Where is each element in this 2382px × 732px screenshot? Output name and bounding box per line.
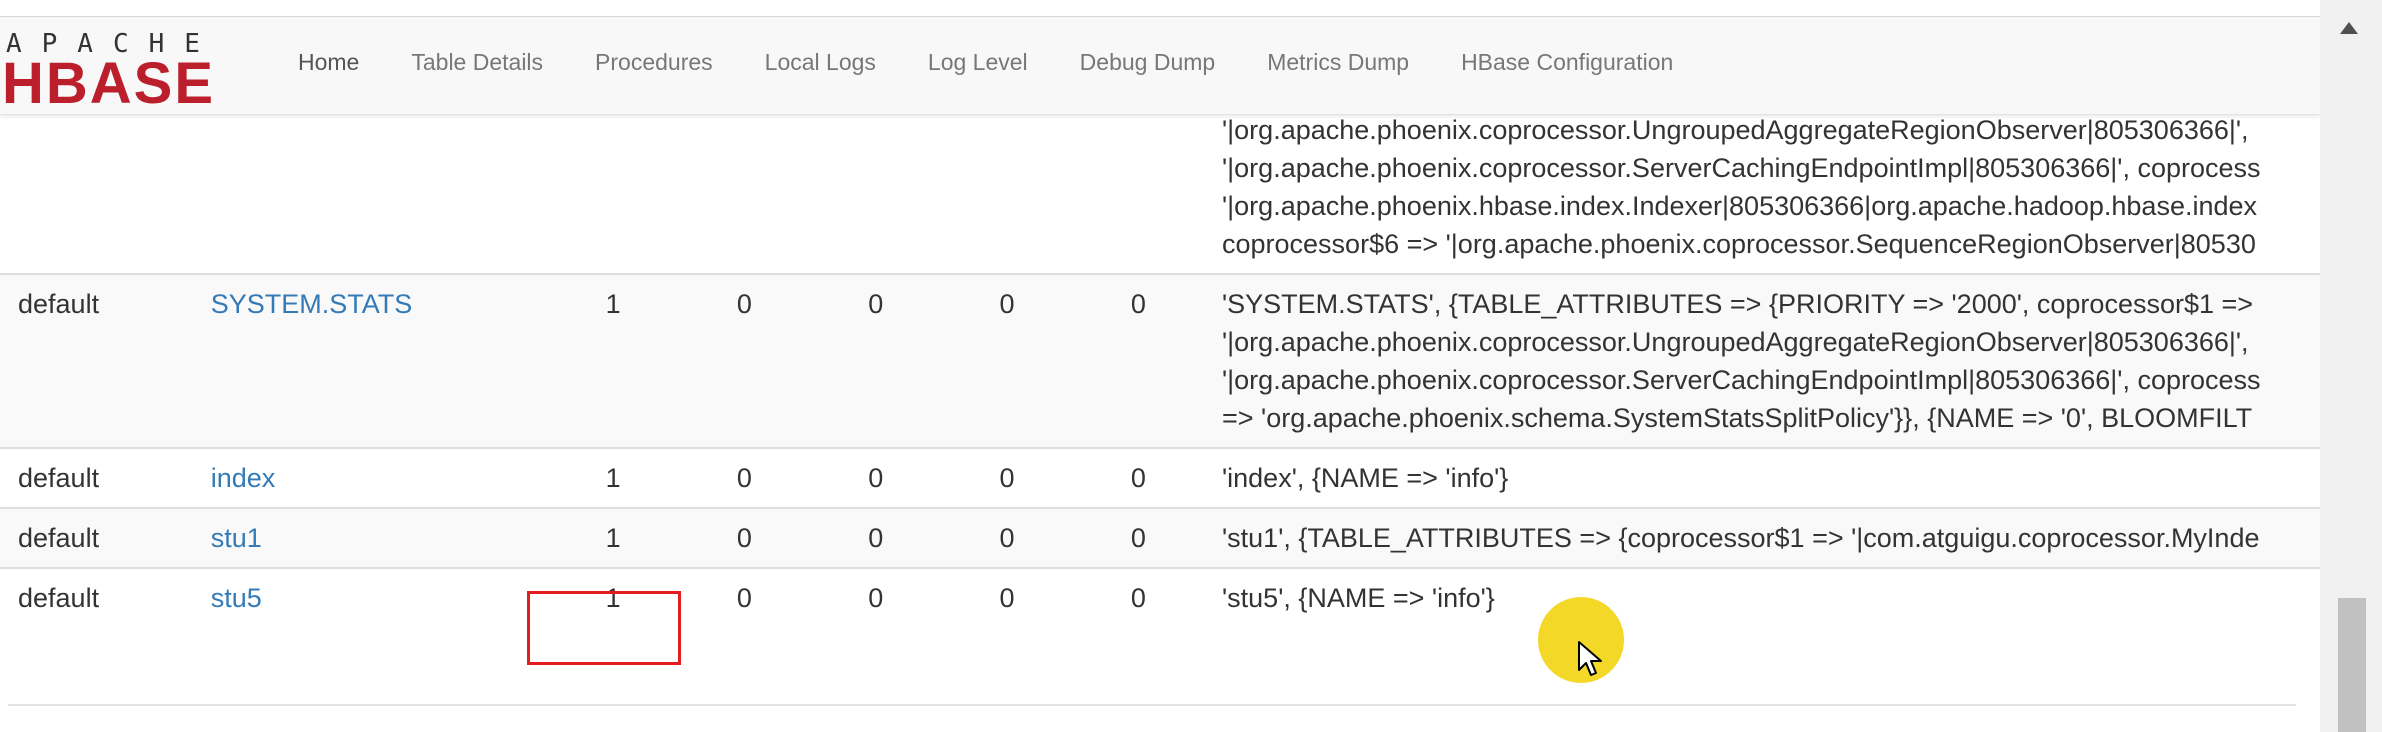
online-regions-cell: 1 — [547, 447, 679, 508]
split-regions-cell: 0 — [941, 447, 1073, 508]
nav-home[interactable]: Home — [272, 17, 385, 114]
table-row: default stu5 1 0 0 0 0 'stu5', {NAME => … — [0, 567, 2320, 659]
window-top-edge — [0, 0, 2320, 17]
desc-line: 'stu5', {NAME => 'info'} — [1222, 583, 1495, 613]
nav-debug-dump[interactable]: Debug Dump — [1054, 17, 1242, 114]
failed-regions-cell: 0 — [810, 567, 942, 659]
other-regions-cell: 0 — [1072, 447, 1204, 508]
user-tables: '|org.apache.phoenix.coprocessor.Ungroup… — [0, 114, 2320, 659]
nav-metrics-dump[interactable]: Metrics Dump — [1241, 17, 1435, 114]
scrollbar-thumb[interactable] — [2338, 598, 2366, 732]
failed-regions-cell: 0 — [810, 447, 942, 508]
nav-procedures[interactable]: Procedures — [569, 17, 739, 114]
hbase-logo[interactable]: APACHE HBASE — [2, 30, 244, 116]
desc-line: '|org.apache.phoenix.coprocessor.ServerC… — [1222, 153, 2261, 183]
desc-line: 'stu1', {TABLE_ATTRIBUTES => {coprocesso… — [1222, 523, 2260, 553]
desc-line: '|org.apache.phoenix.coprocessor.ServerC… — [1222, 365, 2261, 395]
namespace-cell: default — [0, 447, 193, 508]
split-regions-cell: 0 — [941, 507, 1073, 568]
table-link-stu1[interactable]: stu1 — [211, 523, 262, 553]
desc-line: '|org.apache.phoenix.hbase.index.Indexer… — [1222, 191, 2258, 221]
desc-line: '|org.apache.phoenix.coprocessor.Ungroup… — [1222, 327, 2249, 357]
table-description: 'stu5', {NAME => 'info'} — [1204, 567, 2320, 659]
other-regions-cell: 0 — [1072, 507, 1204, 568]
other-regions-cell: 0 — [1072, 567, 1204, 659]
desc-line: 'SYSTEM.STATS', {TABLE_ATTRIBUTES => {PR… — [1222, 289, 2254, 319]
desc-line: '|org.apache.phoenix.coprocessor.Ungroup… — [1222, 115, 2249, 145]
highlight-annotation-box — [527, 591, 681, 665]
table-row: default index 1 0 0 0 0 'index', {NAME =… — [0, 447, 2320, 508]
mouse-pointer-icon — [1578, 641, 1602, 676]
table-description: 'index', {NAME => 'info'} — [1204, 447, 2320, 508]
namespace-cell: default — [0, 567, 193, 659]
nav-table-details[interactable]: Table Details — [385, 17, 569, 114]
table-row: default stu1 1 0 0 0 0 'stu1', {TABLE_AT… — [0, 507, 2320, 568]
nav-local-logs[interactable]: Local Logs — [739, 17, 902, 114]
table-bottom-rule — [8, 704, 2296, 706]
vertical-scrollbar[interactable] — [2320, 0, 2382, 732]
table-link-system-stats[interactable]: SYSTEM.STATS — [211, 289, 413, 319]
split-regions-cell: 0 — [941, 273, 1073, 448]
table-row: default SYSTEM.STATS 1 0 0 0 0 'SYSTEM.S… — [0, 273, 2320, 448]
nav-log-level[interactable]: Log Level — [902, 17, 1054, 114]
nav-menu: Home Table Details Procedures Local Logs… — [272, 17, 1699, 114]
offline-regions-cell: 0 — [678, 507, 811, 568]
desc-line: coprocessor$6 => '|org.apache.phoenix.co… — [1222, 229, 2256, 259]
failed-regions-cell: 0 — [810, 507, 942, 568]
split-regions-cell: 0 — [941, 567, 1073, 659]
table-description: 'stu1', {TABLE_ATTRIBUTES => {coprocesso… — [1204, 507, 2320, 568]
offline-regions-cell: 0 — [678, 567, 811, 659]
tables-content: '|org.apache.phoenix.coprocessor.Ungroup… — [0, 114, 2320, 732]
namespace-cell: default — [0, 273, 193, 448]
namespace-cell: default — [0, 507, 193, 568]
online-regions-cell: 1 — [547, 507, 679, 568]
offline-regions-cell: 0 — [678, 273, 811, 448]
table-link-index[interactable]: index — [211, 463, 276, 493]
table-link-stu5[interactable]: stu5 — [211, 583, 262, 613]
other-regions-cell: 0 — [1072, 273, 1204, 448]
top-navbar: APACHE HBASE Home Table Details Procedur… — [0, 17, 2320, 116]
offline-regions-cell: 0 — [678, 447, 811, 508]
table-description: 'SYSTEM.STATS', {TABLE_ATTRIBUTES => {PR… — [1204, 273, 2320, 448]
desc-line: 'index', {NAME => 'info'} — [1222, 463, 1509, 493]
table-description: '|org.apache.phoenix.coprocessor.Ungroup… — [1204, 114, 2320, 274]
desc-line: => 'org.apache.phoenix.schema.SystemStat… — [1222, 403, 2253, 433]
nav-hbase-configuration[interactable]: HBase Configuration — [1435, 17, 1699, 114]
failed-regions-cell: 0 — [810, 273, 942, 448]
scroll-up-arrow-icon[interactable] — [2340, 22, 2358, 34]
table-row-partial: '|org.apache.phoenix.coprocessor.Ungroup… — [0, 114, 2320, 274]
online-regions-cell: 1 — [547, 273, 679, 448]
logo-hbase-text: HBASE — [2, 51, 216, 116]
